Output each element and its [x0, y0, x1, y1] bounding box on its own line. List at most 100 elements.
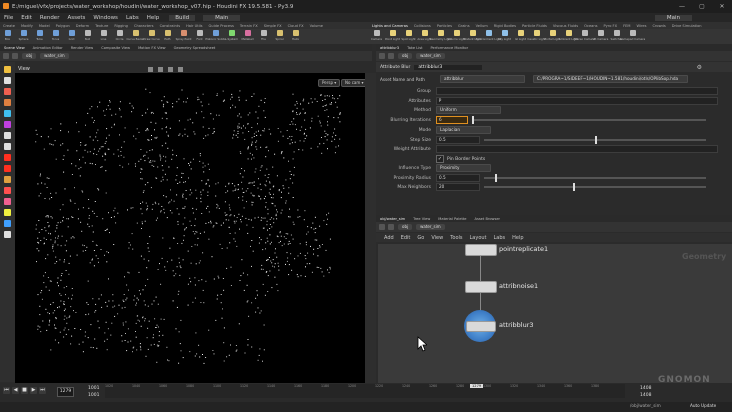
- shelf-tab[interactable]: Grains: [458, 24, 470, 28]
- shelf-tab[interactable]: Modify: [21, 24, 33, 28]
- menu-help[interactable]: Help: [147, 15, 160, 21]
- param-value[interactable]: 20: [436, 183, 480, 191]
- shelf-right-tool[interactable]: Volume Light: [447, 29, 466, 41]
- slider-handle[interactable]: [472, 116, 474, 124]
- range-start-field[interactable]: 1001: [88, 386, 99, 391]
- shelf-tab[interactable]: Cloud FX: [288, 24, 304, 28]
- tab-asset-browser[interactable]: Asset Browser: [474, 217, 500, 221]
- network-editor[interactable]: [378, 244, 732, 384]
- menu-labs[interactable]: Labs: [126, 15, 139, 21]
- current-frame-marker[interactable]: 1279: [470, 384, 484, 388]
- tab-render-view[interactable]: Render View: [71, 46, 93, 50]
- menu-windows[interactable]: Windows: [93, 15, 118, 21]
- tab-geometry-spreadsheet[interactable]: Geometry Spreadsheet: [174, 46, 216, 50]
- param-slider[interactable]: [472, 116, 706, 124]
- shelf-left-tool[interactable]: Box: [0, 29, 15, 41]
- shelf-tab[interactable]: Crowds: [653, 24, 666, 28]
- shelf-right-tool[interactable]: Point Light: [385, 29, 400, 41]
- forward-arrow-icon[interactable]: [388, 53, 394, 59]
- range-start-field-2[interactable]: 1001: [88, 393, 99, 398]
- param-value[interactable]: P: [435, 97, 718, 105]
- shelf-left-tool[interactable]: File: [256, 29, 271, 41]
- param-value[interactable]: [435, 145, 718, 153]
- param-value[interactable]: 0.5: [436, 136, 480, 144]
- net-menu-edit[interactable]: Edit: [401, 235, 411, 241]
- range-end-field[interactable]: 1408: [640, 386, 651, 391]
- shelf-left-tool[interactable]: Sphere: [16, 29, 31, 41]
- shelf-left-tool[interactable]: Tube: [32, 29, 47, 41]
- shelf-tab[interactable]: Texture: [95, 24, 108, 28]
- shelf-left-tool[interactable]: Null: [80, 29, 95, 41]
- viewport-tool-icon[interactable]: [4, 121, 11, 128]
- back-arrow-icon[interactable]: [3, 53, 9, 59]
- path-node[interactable]: water_sim: [40, 53, 69, 59]
- path-obj[interactable]: obj: [22, 53, 37, 59]
- viewport-tool-icon[interactable]: [4, 154, 11, 161]
- forward-arrow-icon[interactable]: [388, 224, 394, 230]
- shelf-right-tool[interactable]: VR Camera: [593, 29, 608, 41]
- goto-end-button[interactable]: ⏭: [39, 387, 46, 394]
- auto-update-button[interactable]: Auto Update: [690, 403, 716, 408]
- net-menu-labs[interactable]: Labs: [494, 235, 506, 241]
- asset-path-menu[interactable]: C:/PROGRA~1/SIDEEF~1/HOUDIN~1.581/houdin…: [533, 75, 688, 83]
- tab-tree-view[interactable]: Tree View: [413, 217, 430, 221]
- slider-handle[interactable]: [595, 136, 597, 144]
- stop-button[interactable]: ■: [21, 387, 28, 394]
- shelf-tab[interactable]: Wires: [637, 24, 647, 28]
- timeline-ruler[interactable]: 1279 1020 1040 1060 1080 1100 1120 1140 1160 118…: [105, 384, 625, 398]
- camera-menu[interactable]: No cam ▾: [341, 79, 368, 87]
- shelf-right-tool[interactable]: Camera: [369, 29, 384, 41]
- param-value[interactable]: 0.5: [436, 174, 480, 182]
- shelf-right-tool[interactable]: Environment Light: [476, 29, 501, 41]
- shelf-tab[interactable]: Oceans: [584, 24, 597, 28]
- shelf-tab[interactable]: Deform: [76, 24, 89, 28]
- asset-name-menu[interactable]: attribblur: [440, 75, 525, 83]
- shelf-tab[interactable]: Viscous Fluids: [553, 24, 578, 28]
- menu-edit[interactable]: Edit: [21, 15, 32, 21]
- shelf-left-tool[interactable]: Platonic Solids: [205, 29, 226, 41]
- menu-assets[interactable]: Assets: [67, 15, 85, 21]
- gear-icon[interactable]: ⚙: [697, 64, 702, 71]
- play-button[interactable]: ▶: [30, 387, 37, 394]
- right-desktop-selector[interactable]: Main: [654, 14, 692, 21]
- param-value[interactable]: 6: [436, 116, 468, 124]
- maximize-button[interactable]: ▢: [692, 3, 712, 10]
- viewport-tool-icon[interactable]: [4, 165, 11, 172]
- shelf-right-tool[interactable]: Spot Light: [401, 29, 416, 41]
- tab-parameters[interactable]: attribblur3: [380, 46, 399, 50]
- goto-start-button[interactable]: ⏮: [3, 387, 10, 394]
- param-value[interactable]: Proximity: [436, 164, 491, 172]
- desktop-selector[interactable]: Main: [203, 14, 241, 21]
- viewport-tool-icon[interactable]: [4, 209, 11, 216]
- shelf-tab[interactable]: Polygon: [56, 24, 70, 28]
- viewport-tool-icon[interactable]: [4, 187, 11, 194]
- slider-handle[interactable]: [572, 183, 575, 191]
- path-obj[interactable]: obj: [398, 53, 413, 59]
- shelf-left-tool[interactable]: Draw Curve: [143, 29, 160, 41]
- param-slider[interactable]: [484, 174, 706, 182]
- shelf-left-tool[interactable]: Circle: [112, 29, 127, 41]
- tab-composite-view[interactable]: Composite View: [101, 46, 130, 50]
- net-menu-go[interactable]: Go: [417, 235, 424, 241]
- shelf-left-tool[interactable]: Line: [96, 29, 111, 41]
- shelf-tab[interactable]: Particle Fluids: [522, 24, 547, 28]
- shelf-left-tool[interactable]: Torus: [48, 29, 63, 41]
- shelf-tab[interactable]: Rigging: [114, 24, 128, 28]
- viewport-tool-icon[interactable]: [4, 66, 11, 73]
- back-arrow-icon[interactable]: [379, 53, 385, 59]
- node-attribblur3[interactable]: [466, 321, 496, 332]
- viewport-tool-icon[interactable]: [4, 220, 11, 227]
- shelf-tab[interactable]: FEM: [623, 24, 630, 28]
- param-value[interactable]: Uniform: [436, 106, 501, 114]
- tab-animation-editor[interactable]: Animation Editor: [33, 46, 63, 50]
- persp-menu[interactable]: Persp ▾: [318, 79, 341, 87]
- viewport-tool-icon[interactable]: [4, 231, 11, 238]
- step-back-button[interactable]: ◀: [12, 387, 19, 394]
- shelf-left-tool[interactable]: Spiral: [272, 29, 287, 41]
- shelf-tab[interactable]: Particles: [437, 24, 452, 28]
- path-node[interactable]: water_sim: [416, 224, 445, 230]
- shelf-right-tool[interactable]: Geometry Light: [430, 29, 451, 41]
- viewport-tool-icon[interactable]: [4, 88, 11, 95]
- shelf-tab[interactable]: Vellum: [476, 24, 488, 28]
- viewport-tool-icon[interactable]: [4, 143, 11, 150]
